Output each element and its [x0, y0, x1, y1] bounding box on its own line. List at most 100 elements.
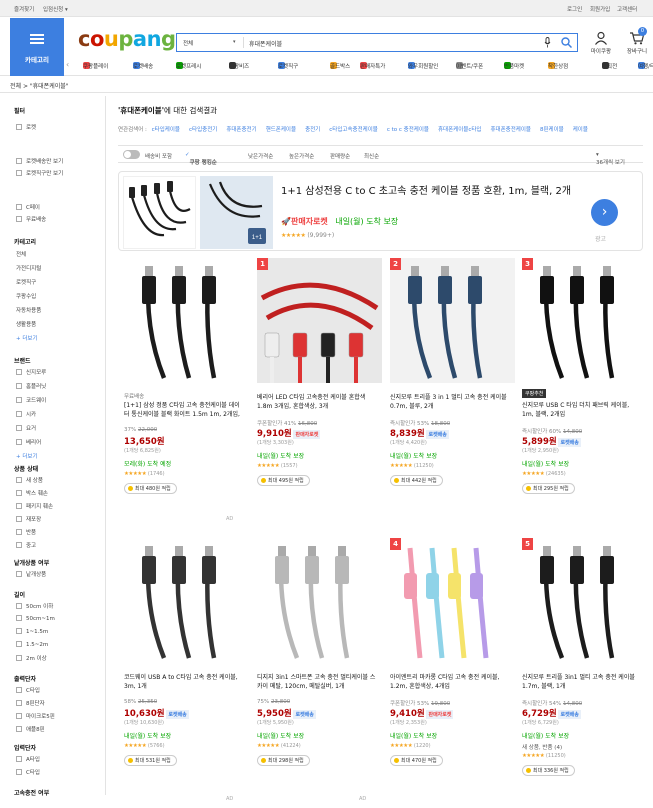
chevron-left-icon[interactable]: ‹ [66, 60, 69, 69]
category-item[interactable]: 쿠팡수입 [16, 292, 36, 300]
product-name[interactable]: 디지지 3in1 스마트폰 고속 충전 멀티케이블 스카이 메탈, 120cm,… [257, 673, 377, 691]
product-card[interactable]: 코드웨이 USB A to C타입 고속 충전 케이블, 3m, 1개 58% 2… [124, 538, 249, 808]
condition-item[interactable]: 박스 훼손 [16, 489, 48, 497]
mypage-button[interactable]: 마이쿠팡 [589, 31, 613, 55]
category-item[interactable]: 생활용품 [16, 320, 36, 328]
checkbox[interactable] [16, 516, 22, 522]
related-keyword[interactable]: c타입충전기 [189, 127, 217, 133]
output-item[interactable]: 애플8핀 [16, 725, 45, 733]
coupang-logo[interactable]: coupang [78, 27, 176, 51]
checkbox[interactable] [16, 216, 22, 222]
product-card[interactable]: 4 아이엔트리 마카롱 C타입 고속 충전 케이블, 1.2m, 혼합색상, 4개… [390, 538, 515, 808]
sort-high-price[interactable]: 높은가격순 [289, 152, 314, 160]
condition-item[interactable]: 새 상품 [16, 476, 43, 484]
product-name[interactable]: 신지모루 트리플 3in1 멀티 고속 충전 케이블 1.7m, 블랙, 1개 [522, 673, 642, 691]
condition-item[interactable]: 재포장 [16, 515, 41, 523]
related-keyword[interactable]: c to c 충전케이블 [387, 127, 429, 133]
related-keyword[interactable]: 8핀케이블 [540, 127, 564, 133]
length-item[interactable]: 1~1.5m [16, 628, 48, 635]
chevron-right-icon[interactable]: › [591, 199, 618, 226]
length-item[interactable]: 2m 이상 [16, 654, 47, 662]
brand-item[interactable]: 코드웨이 [16, 396, 46, 404]
product-name[interactable]: 아이엔트리 마카롱 C타입 고속 충전 케이블, 1.2m, 혼합색상, 4개입 [390, 673, 510, 691]
ad-banner[interactable]: 1+1 1+1 삼성전용 C to C 초고속 충전 케이블 정품 호환, 1m… [118, 171, 643, 251]
bookmark-link[interactable]: 즐겨찾기 [14, 5, 34, 13]
output-item[interactable]: 8핀단자 [16, 699, 45, 707]
related-keyword[interactable]: c타입케이블 [152, 127, 180, 133]
breadcrumb[interactable]: 전체 > "휴대폰케이블" [10, 81, 69, 90]
shipping-fee-toggle[interactable] [123, 150, 140, 159]
filter-free-shipping[interactable]: 무료배송 [16, 215, 46, 223]
checkbox[interactable] [16, 713, 22, 719]
checkbox[interactable] [16, 628, 22, 634]
checkbox[interactable] [16, 615, 22, 621]
login-link[interactable]: 로그인 [567, 5, 582, 13]
condition-item[interactable]: 중고 [16, 541, 36, 549]
product-card[interactable]: 5 신지모루 트리플 3in1 멀티 고속 충전 케이블 1.7m, 블랙, 1개… [522, 538, 647, 808]
sort-ranking[interactable]: ✓ 쿠팡 랭킹순 [185, 152, 217, 166]
checkbox[interactable] [16, 571, 22, 577]
related-keyword[interactable]: 케이블 [573, 127, 588, 133]
checkbox[interactable] [16, 170, 22, 176]
product-image[interactable]: 4 [390, 538, 515, 663]
ad-title[interactable]: 1+1 삼성전용 C to C 초고속 충전 케이블 정품 호환, 1m, 블랙… [281, 184, 581, 199]
category-item[interactable]: 자동차용품 [16, 306, 41, 314]
search-icon[interactable] [561, 37, 572, 48]
product-card[interactable]: 무료배송 [1+1] 삼성 정품 C타입 고속 충전케이블 데이터 통신케이블 블… [124, 258, 249, 528]
length-item[interactable]: 50cm 이하 [16, 602, 53, 610]
page-size-select[interactable]: 36개씩 보기 ▾ [596, 152, 625, 166]
checkbox[interactable] [16, 411, 22, 417]
sort-newest[interactable]: 최신순 [364, 152, 379, 160]
input-item[interactable]: A타입 [16, 755, 40, 763]
product-card[interactable]: 디지지 3in1 스마트폰 고속 충전 멀티케이블 스카이 메탈, 120cm,… [257, 538, 382, 808]
customer-center-link[interactable]: 고객센터 [617, 5, 637, 13]
related-keyword[interactable]: 휴대폰충전케이블 [490, 127, 530, 133]
sort-sales[interactable]: 판매량순 [330, 152, 350, 160]
microphone-icon[interactable] [544, 37, 551, 48]
product-image[interactable]: 2 [390, 258, 515, 383]
brand-item[interactable]: 홈플러닛 [16, 382, 46, 390]
checkbox[interactable] [16, 490, 22, 496]
checkbox[interactable] [16, 700, 22, 706]
checkbox[interactable] [16, 641, 22, 647]
checkbox[interactable] [16, 439, 22, 445]
product-card[interactable]: 1 베리어 LED C타입 고속충전 케이블 혼합색 1.8m 3개입, 혼합색상… [257, 258, 382, 528]
search-category-select[interactable]: 전체 [183, 39, 193, 47]
category-item[interactable]: 가전디지털 [16, 264, 41, 272]
related-keyword[interactable]: 휴대폰케이블c타입 [438, 127, 482, 133]
related-keyword[interactable]: 휴대폰충전기 [226, 127, 256, 133]
checkbox[interactable] [16, 383, 22, 389]
checkbox[interactable] [16, 369, 22, 375]
product-image[interactable] [124, 258, 249, 383]
checkbox[interactable] [16, 687, 22, 693]
product-name[interactable]: 신지모루 USB C 타입 더치 패브릭 케이블, 1m, 블랙, 2개입 [522, 401, 642, 419]
product-image[interactable]: 1 [257, 258, 382, 383]
checkbox[interactable] [16, 655, 22, 661]
search-input[interactable]: 휴대폰케이블 [249, 39, 282, 48]
length-item[interactable]: 1.5~2m [16, 641, 48, 648]
checkbox[interactable] [16, 756, 22, 762]
related-keyword[interactable]: 핸드폰케이블 [266, 127, 296, 133]
category-button[interactable]: 카테고리 [10, 18, 64, 76]
checkbox[interactable] [16, 529, 22, 535]
output-item[interactable]: 마이크로5핀 [16, 712, 55, 720]
brand-item[interactable]: 신지모루 [16, 368, 46, 376]
checkbox[interactable] [16, 603, 22, 609]
condition-item[interactable]: 패키지 훼손 [16, 502, 53, 510]
checkbox[interactable] [16, 503, 22, 509]
product-image[interactable]: 3 [522, 258, 647, 383]
cart-button[interactable]: 0 장바구니 [623, 27, 651, 55]
output-item[interactable]: C타입 [16, 686, 40, 694]
more-link[interactable]: + 더보기 [16, 452, 38, 460]
length-item[interactable]: 50cm~1m [16, 615, 55, 622]
product-image[interactable]: 5 [522, 538, 647, 663]
filter-rocket-direct[interactable]: 로켓직구만 보기 [16, 169, 63, 177]
related-keyword[interactable]: c타입고속충전케이블 [329, 127, 378, 133]
product-name[interactable]: 코드웨이 USB A to C타입 고속 충전 케이블, 3m, 1개 [124, 673, 244, 691]
checkbox[interactable] [16, 204, 22, 210]
brand-item[interactable]: 베리어 [16, 438, 41, 446]
product-name[interactable]: 베리어 LED C타입 고속충전 케이블 혼합색 1.8m 3개입, 혼합색상,… [257, 393, 377, 411]
seller-signup-link[interactable]: 입점신청 ▾ [43, 5, 68, 13]
brand-item[interactable]: 요거 [16, 424, 36, 432]
unit-item[interactable]: 낱개상품 [16, 570, 46, 578]
